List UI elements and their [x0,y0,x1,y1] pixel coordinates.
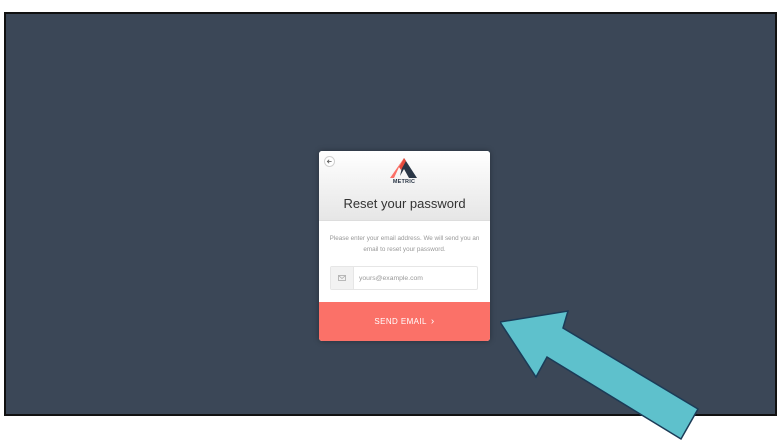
dialog-description: Please enter your email address. We will… [329,235,480,253]
chevron-right-icon: › [430,316,435,327]
dialog-header: METRIC Reset your password [319,151,490,221]
email-field [330,266,478,290]
send-email-button[interactable]: SEND EMAIL › [319,302,490,341]
dialog-title: Reset your password [343,196,466,211]
back-button[interactable] [324,156,335,167]
annotation-arrow [500,310,700,441]
logo-text: METRIC [392,179,416,185]
envelope-icon [331,267,354,289]
send-email-label: SEND EMAIL [374,317,427,326]
reset-password-dialog: METRIC Reset your password Please enter … [319,151,490,341]
logo-mark-icon [390,158,417,178]
metric-logo: METRIC [390,157,418,187]
email-input[interactable] [353,267,475,289]
arrow-left-icon [326,159,332,164]
